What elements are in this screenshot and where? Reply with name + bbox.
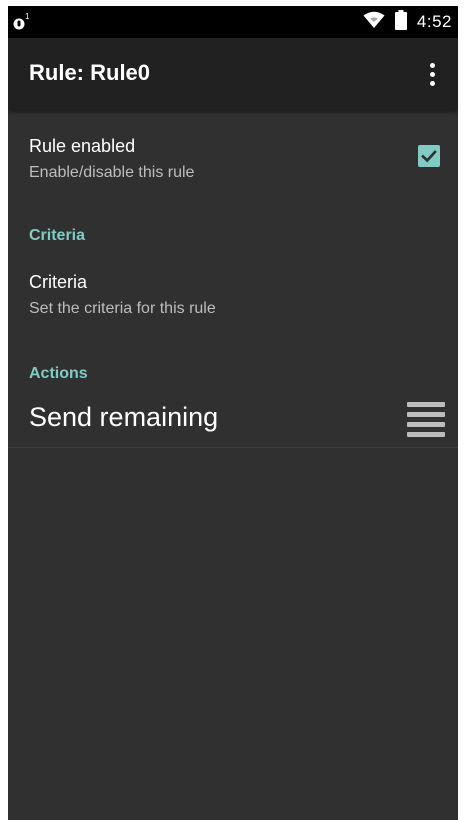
criteria-row[interactable]: Criteria Set the criteria for this rule — [8, 258, 458, 334]
criteria-title: Criteria — [29, 272, 88, 292]
wifi-icon — [363, 11, 385, 34]
actions-section-header: Actions — [29, 365, 88, 382]
screen: 1 4:52 Rule: Rule0 Rule enabled Enable/d… — [8, 6, 458, 820]
rule-enabled-row[interactable]: Rule enabled Enable/disable this rule — [8, 110, 458, 192]
more-vert-icon[interactable] — [412, 54, 452, 94]
criteria-summary: Set the criteria for this rule — [29, 300, 216, 317]
criteria-section-header: Criteria — [29, 227, 86, 244]
status-bar: 1 4:52 — [8, 6, 458, 38]
status-time: 4:52 — [416, 12, 452, 31]
app-bar: Rule: Rule0 — [8, 38, 458, 110]
battery-icon — [394, 9, 407, 35]
notification-icon: 1 — [12, 12, 32, 32]
action-list-item[interactable]: Send remaining — [8, 394, 458, 448]
rule-enabled-checkbox[interactable] — [418, 145, 440, 167]
drag-handle-icon[interactable] — [407, 402, 445, 438]
check-icon — [421, 150, 437, 163]
status-icons: 4:52 — [363, 6, 452, 38]
rule-enabled-title: Rule enabled — [29, 136, 136, 156]
page-title: Rule: Rule0 — [29, 60, 151, 85]
svg-text:1: 1 — [25, 12, 30, 21]
action-label: Send remaining — [29, 402, 219, 432]
rule-enabled-summary: Enable/disable this rule — [29, 164, 195, 181]
